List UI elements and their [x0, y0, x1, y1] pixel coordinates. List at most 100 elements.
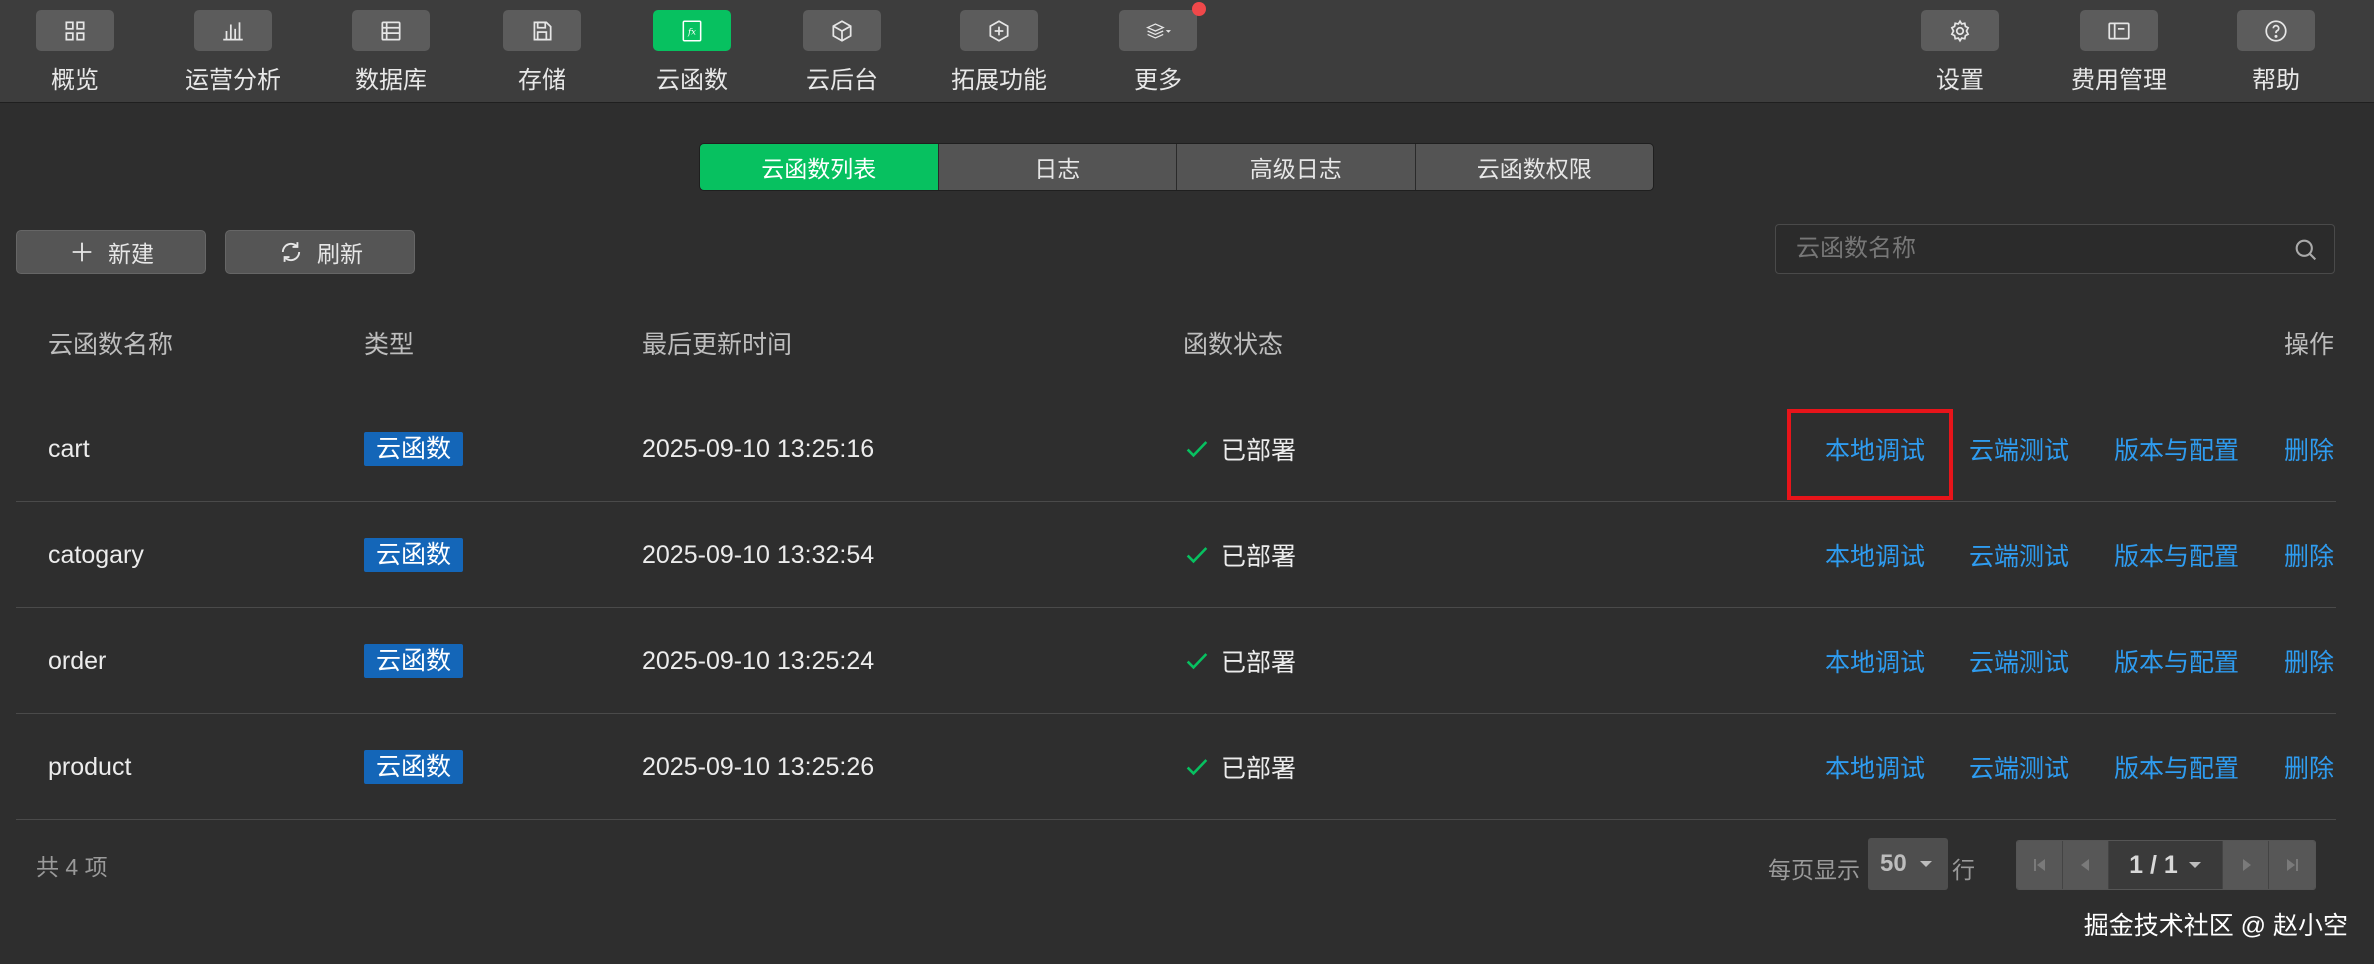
- check-icon: [1186, 759, 1208, 776]
- status-text: 已部署: [1221, 755, 1297, 783]
- toolbar-item-analytics[interactable]: 运营分析: [155, 0, 311, 103]
- function-name: catogary: [48, 540, 144, 569]
- page-select[interactable]: 1 / 1: [2109, 841, 2223, 889]
- updated-time: 2025-09-10 13:25:16: [642, 434, 875, 463]
- last-page-button[interactable]: [2269, 841, 2315, 889]
- status-text: 已部署: [1221, 543, 1297, 571]
- overview-button[interactable]: [36, 10, 114, 51]
- table-header: 云函数名称 类型 最后更新时间 函数状态 操作: [16, 315, 2336, 375]
- status-text: 已部署: [1221, 649, 1297, 677]
- database-button[interactable]: [352, 10, 430, 51]
- header-updated: 最后更新时间: [642, 331, 793, 359]
- cloud-test-link[interactable]: 云端测试: [1969, 502, 2069, 608]
- toolbar-item-billing[interactable]: 费用管理: [2041, 0, 2197, 103]
- new-button[interactable]: 新建: [16, 230, 206, 274]
- header-ops: 操作: [2284, 331, 2335, 359]
- extensions-button[interactable]: [960, 10, 1038, 51]
- status-cell: 已部署: [1183, 714, 1296, 820]
- toolbar-label: 拓展功能: [951, 67, 1047, 94]
- save-icon: [533, 20, 552, 41]
- check-icon: [1186, 653, 1208, 670]
- page-size-label: 每页显示: [1768, 857, 1860, 883]
- toolbar-item-more[interactable]: 更多: [1080, 0, 1236, 103]
- toolbar-label: 概览: [51, 67, 99, 94]
- local-debug-link[interactable]: 本地调试: [1825, 714, 1925, 820]
- last-page-icon: [2287, 859, 2298, 871]
- local-debug-link[interactable]: 本地调试: [1825, 502, 1925, 608]
- search-icon[interactable]: [2292, 236, 2320, 264]
- cloud-functions-button[interactable]: fx: [653, 10, 731, 51]
- local-debug-link[interactable]: 本地调试: [1825, 396, 1925, 502]
- toolbar-label: 云函数: [656, 67, 728, 94]
- toolbar-item-help[interactable]: 帮助: [2198, 0, 2354, 103]
- refresh-icon: [281, 242, 301, 262]
- delete-link[interactable]: 删除: [2284, 502, 2334, 608]
- version-config-link[interactable]: 版本与配置: [2114, 396, 2239, 502]
- page-size-select[interactable]: 50: [1868, 838, 1948, 890]
- function-name: order: [48, 646, 107, 675]
- fx-icon: fx: [682, 19, 702, 42]
- updated-time: 2025-09-10 13:25:26: [642, 752, 875, 781]
- toolbar-item-cloud-backend[interactable]: 云后台: [764, 0, 920, 103]
- toolbar-label: 更多: [1134, 67, 1182, 94]
- tab-function-list[interactable]: 云函数列表: [700, 144, 938, 190]
- first-page-button[interactable]: [2017, 841, 2063, 889]
- type-badge: 云函数: [364, 644, 464, 678]
- tab-logs[interactable]: 日志: [937, 144, 1176, 190]
- delete-link[interactable]: 删除: [2284, 396, 2334, 502]
- version-config-link[interactable]: 版本与配置: [2114, 608, 2239, 714]
- prev-page-button[interactable]: [2063, 841, 2109, 889]
- watermark-text: 掘金技术社区 @ 赵小空: [2083, 912, 2348, 940]
- notification-dot: [1192, 2, 1206, 16]
- status-cell: 已部署: [1183, 396, 1296, 502]
- prev-page-icon: [2080, 859, 2089, 871]
- updated-time: 2025-09-10 13:32:54: [642, 540, 875, 569]
- chevron-down-icon: [1919, 861, 1932, 867]
- type-badge: 云函数: [364, 750, 464, 784]
- header-type: 类型: [364, 331, 415, 359]
- billing-button[interactable]: [2080, 10, 2158, 51]
- check-icon: [1186, 441, 1208, 458]
- cloud-test-link[interactable]: 云端测试: [1969, 714, 2069, 820]
- toolbar-item-database[interactable]: 数据库: [313, 0, 469, 103]
- cloud-test-link[interactable]: 云端测试: [1969, 396, 2069, 502]
- toolbar-label: 帮助: [2252, 67, 2300, 94]
- delete-link[interactable]: 删除: [2284, 714, 2334, 820]
- status-cell: 已部署: [1183, 502, 1296, 608]
- version-config-link[interactable]: 版本与配置: [2114, 502, 2239, 608]
- search-input[interactable]: [1776, 225, 2334, 273]
- toolbar-item-extensions[interactable]: 拓展功能: [921, 0, 1077, 103]
- toolbar-item-settings[interactable]: 设置: [1882, 0, 2038, 103]
- version-config-link[interactable]: 版本与配置: [2114, 714, 2239, 820]
- status-text: 已部署: [1221, 437, 1297, 465]
- type-badge: 云函数: [364, 538, 464, 572]
- tab-advanced-logs[interactable]: 高级日志: [1176, 144, 1415, 190]
- toolbar-item-cloud-functions[interactable]: fx 云函数: [614, 0, 770, 103]
- settings-button[interactable]: [1921, 10, 1999, 51]
- more-button[interactable]: [1119, 10, 1197, 51]
- next-page-button[interactable]: [2223, 841, 2269, 889]
- updated-time: 2025-09-10 13:25:24: [642, 646, 875, 675]
- toolbar-label: 费用管理: [2071, 67, 2167, 94]
- status-cell: 已部署: [1183, 608, 1296, 714]
- refresh-button[interactable]: 刷新: [225, 230, 415, 274]
- database-icon: [381, 20, 401, 41]
- analytics-button[interactable]: [194, 10, 272, 51]
- page-size-value: 50: [1880, 850, 1907, 877]
- tab-bar: 云函数列表 日志 高级日志 云函数权限: [699, 143, 1654, 191]
- cube-icon: [832, 19, 852, 42]
- local-debug-link[interactable]: 本地调试: [1825, 608, 1925, 714]
- cloud-backend-button[interactable]: [803, 10, 881, 51]
- toolbar-item-overview[interactable]: 概览: [0, 0, 153, 103]
- chevron-down-icon: [2188, 862, 2201, 868]
- storage-button[interactable]: [503, 10, 581, 51]
- extension-icon: [989, 19, 1009, 42]
- tab-function-permissions[interactable]: 云函数权限: [1414, 144, 1653, 190]
- cloud-test-link[interactable]: 云端测试: [1969, 608, 2069, 714]
- toolbar-item-storage[interactable]: 存储: [464, 0, 620, 103]
- help-icon: [2265, 19, 2287, 42]
- help-button[interactable]: [2237, 10, 2315, 51]
- table-row: catogary 云函数 2025-09-10 13:32:54 已部署 本地调…: [16, 502, 2336, 608]
- delete-link[interactable]: 删除: [2284, 608, 2334, 714]
- search-box: [1775, 224, 2335, 274]
